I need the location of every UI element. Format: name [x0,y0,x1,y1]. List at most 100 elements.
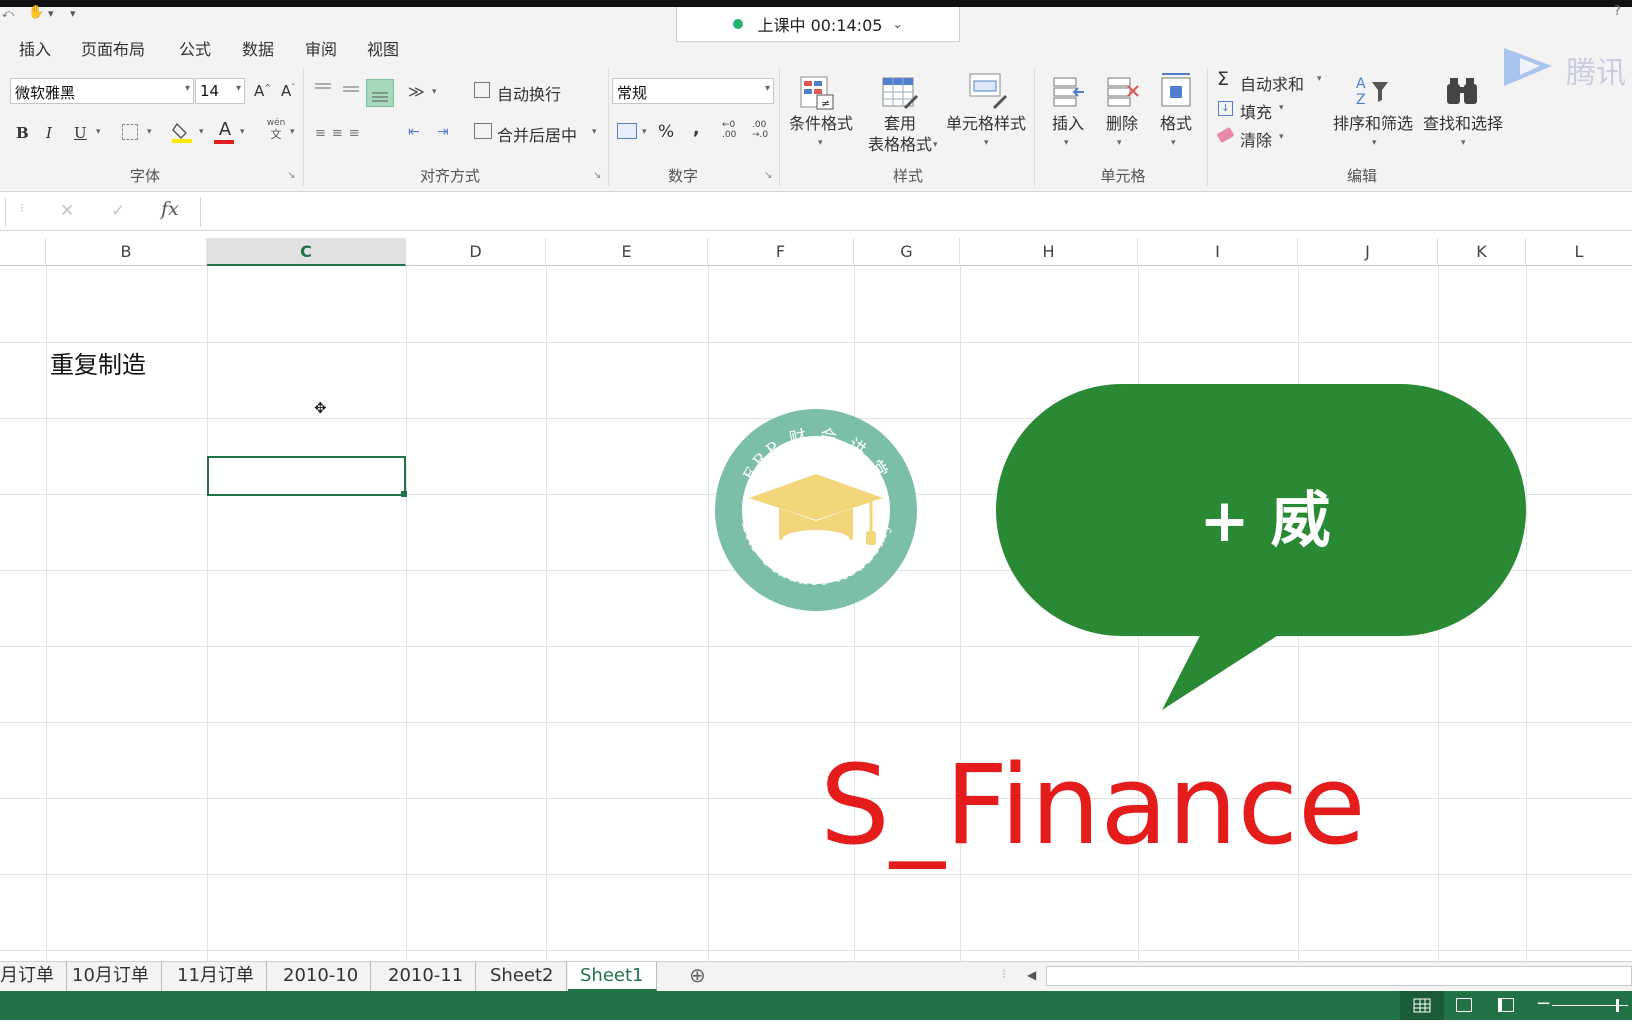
dialog-launcher-icon[interactable]: ↘ [287,170,295,181]
delete-cells-button[interactable]: 删除 [1100,113,1144,134]
sheet-tab[interactable]: 11月订单 [165,962,267,991]
sheet-tab-active[interactable]: Sheet1 [568,962,657,991]
sheet-tab[interactable]: 10月订单 [60,962,162,991]
column-header[interactable]: L [1526,238,1632,266]
font-name-select[interactable]: 微软雅黑 ▾ [10,78,194,104]
currency-icon[interactable] [617,123,637,139]
zoom-out-icon[interactable]: − [1536,993,1551,1014]
page-layout-view-icon[interactable] [1456,998,1472,1012]
live-status-pill[interactable]: 上课中 00:14:05 ⌄ [676,7,960,42]
horizontal-scrollbar[interactable] [1046,966,1632,986]
find-select-button[interactable]: 查找和选择 [1418,113,1508,134]
chevron-down-icon[interactable]: ▾ [1171,138,1176,148]
cancel-icon[interactable]: ✕ [60,201,74,221]
name-box[interactable] [0,198,6,226]
tab-page-layout[interactable]: 页面布局 [81,36,145,60]
insert-cells-button[interactable]: 插入 [1048,113,1088,134]
phonetic-button[interactable]: wén 文 [265,118,287,140]
cell-b2[interactable]: 重复制造 [50,345,146,380]
chevron-down-icon[interactable]: ▾ [147,127,152,137]
help-icon[interactable]: ? [1614,4,1621,19]
clear-button[interactable]: 清除 [1240,127,1272,151]
chevron-down-icon[interactable]: ▾ [96,127,101,137]
column-header[interactable]: H [960,238,1138,266]
chevron-down-icon[interactable]: ▾ [1279,132,1284,142]
chevron-down-icon[interactable]: ▾ [592,127,597,137]
column-header[interactable]: J [1298,238,1438,266]
row-header-corner[interactable] [0,238,46,266]
qat-customize[interactable]: ▾ [70,7,76,20]
fill-color-button[interactable] [172,120,194,144]
format-cells-button[interactable]: 格式 [1154,113,1198,134]
shrink-font-button[interactable]: Aˇ [281,82,295,100]
normal-view-button[interactable] [1400,991,1444,1020]
borders-icon[interactable] [122,124,138,140]
chevron-down-icon[interactable]: ▾ [1461,138,1466,148]
active-cell-c4[interactable] [207,456,406,496]
cell-styles-button[interactable]: 单元格样式 [942,113,1030,134]
underline-button[interactable]: U [74,124,87,142]
bold-button[interactable]: B [16,124,29,142]
column-header[interactable]: F [708,238,854,266]
column-header[interactable]: K [1438,238,1526,266]
comma-button[interactable]: , [693,119,699,139]
conditional-format-button[interactable]: 条件格式 [785,113,857,134]
format-as-table-button[interactable]: 套用 表格格式 [858,113,942,155]
font-color-button[interactable]: A [214,119,236,145]
decrease-decimal-button[interactable]: .00 →.0 [752,120,768,140]
number-format-select[interactable]: 常规 ▾ [612,78,774,104]
tab-view[interactable]: 视图 [367,36,399,60]
scroll-left-icon[interactable]: ◀ [1027,968,1036,982]
decrease-indent-icon[interactable]: ⇤ [408,124,420,140]
chevron-down-icon[interactable]: ▾ [1317,74,1322,84]
formula-input[interactable] [200,197,1632,227]
chevron-down-icon[interactable]: ▾ [1064,138,1069,148]
chevron-down-icon[interactable]: ▾ [818,138,823,148]
sheet-tab[interactable]: 2010-10 [271,962,372,991]
tab-insert[interactable]: 插入 [19,36,51,60]
column-header[interactable]: B [46,238,207,266]
zoom-slider-thumb[interactable] [1616,999,1619,1012]
chevron-down-icon[interactable]: ▾ [290,127,295,137]
increase-indent-icon[interactable]: ⇥ [437,124,449,140]
sort-filter-button[interactable]: 排序和筛选 [1330,113,1416,134]
column-header[interactable]: E [546,238,708,266]
dialog-launcher-icon[interactable]: ↘ [593,170,601,181]
chevron-down-icon[interactable]: ▾ [1117,138,1122,148]
confirm-icon[interactable]: ✓ [111,201,125,221]
align-middle-icon[interactable] [341,81,361,97]
font-size-select[interactable]: 14 ▾ [195,78,245,104]
dialog-launcher-icon[interactable]: ↘ [764,170,772,181]
chevron-down-icon[interactable]: ▾ [240,127,245,137]
chevron-down-icon[interactable]: ▾ [1372,138,1377,148]
sheet-tab[interactable]: 2010-11 [376,962,477,991]
chevron-down-icon[interactable]: ▾ [984,138,989,148]
chevron-down-icon[interactable]: ▾ [1279,103,1284,113]
sheet-tab[interactable]: 月订单 [0,962,67,991]
insert-function-icon[interactable]: fx [161,198,179,220]
qat-touch-icon[interactable]: ✋ [28,5,44,20]
merge-center-button[interactable]: 合并后居中 [497,122,577,146]
chevron-down-icon[interactable]: ▾ [432,87,437,97]
wrap-text-button[interactable]: 自动换行 [497,81,561,105]
tab-data[interactable]: 数据 [242,36,274,60]
align-bottom-button[interactable] [366,79,394,107]
chevron-down-icon[interactable]: ▾ [933,140,938,150]
autosum-button[interactable]: 自动求和 [1240,71,1304,95]
qat-undo-icon[interactable]: ⤺ [2,7,14,21]
tab-split-grip-icon[interactable]: ⁝ [1002,967,1006,981]
tab-formulas[interactable]: 公式 [179,36,211,60]
increase-decimal-button[interactable]: ←0.00 [722,120,736,140]
italic-button[interactable]: I [46,124,52,142]
column-header[interactable]: D [406,238,546,266]
qat-dropdown[interactable]: ▾ [48,7,54,20]
grow-font-button[interactable]: A^ [254,82,271,100]
align-top-icon[interactable] [313,81,333,97]
sheet-tab[interactable]: Sheet2 [478,962,567,991]
tab-review[interactable]: 审阅 [305,36,337,60]
orientation-icon[interactable]: ≫ [408,82,425,101]
chevron-down-icon[interactable]: ▾ [199,127,204,137]
fill-handle[interactable] [401,491,407,497]
chevron-down-icon[interactable]: ▾ [642,127,647,137]
fill-button[interactable]: 填充 [1240,99,1272,123]
